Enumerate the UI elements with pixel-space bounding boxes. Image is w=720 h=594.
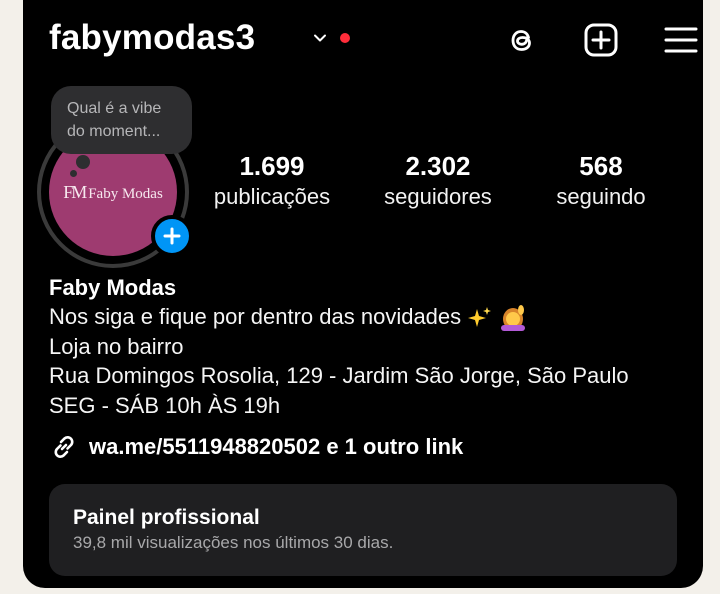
following-count[interactable]: 568 seguindo [539, 150, 663, 212]
add-content-icon[interactable] [583, 22, 619, 58]
avatar-brand-logo: FM Faby Modas [63, 182, 163, 202]
bio-link[interactable]: wa.me/5511948820502 e 1 outro link [49, 432, 463, 462]
bio-link-text[interactable]: wa.me/5511948820502 e 1 outro link [89, 434, 463, 460]
professional-dashboard-subtitle: 39,8 mil visualizações nos últimos 30 di… [73, 533, 394, 552]
person-raising-hand-icon [501, 305, 526, 332]
plus-icon [163, 227, 181, 245]
account-switcher-username[interactable]: fabymodas3 [49, 18, 255, 58]
bio-line: SEG - SÁB 10h ÀS 19h [49, 392, 281, 418]
bio-line: Loja no bairro [49, 333, 184, 359]
sparkles-icon [468, 307, 492, 328]
following-count-value: 568 [579, 151, 623, 181]
profile-screen: fabymodas3 FM Faby Modas Qual é a vibe do… [23, 0, 703, 588]
link-icon [54, 436, 74, 458]
note-bubble-tail-small [70, 170, 77, 177]
posts-count-value: 1.699 [239, 151, 305, 181]
chevron-down-icon[interactable] [312, 30, 328, 46]
followers-count-label: seguidores [384, 184, 492, 209]
professional-dashboard[interactable]: Painel profissional 39,8 mil visualizaçõ… [49, 484, 677, 576]
bio-line: Nos siga e fique por dentro das novidade… [49, 302, 683, 332]
note-bubble-tail [76, 155, 90, 169]
threads-icon[interactable] [504, 22, 540, 58]
profile-name: Faby Modas [49, 275, 177, 300]
following-count-label: seguindo [556, 184, 646, 209]
note-bubble[interactable]: Qual é a vibe do moment... [51, 86, 192, 154]
posts-count[interactable]: 1.699 publicações [205, 150, 339, 212]
notification-dot [340, 33, 350, 43]
followers-count[interactable]: 2.302 seguidores [369, 150, 507, 212]
professional-dashboard-title: Painel profissional [73, 506, 260, 529]
posts-count-label: publicações [213, 184, 331, 209]
menu-icon[interactable] [663, 22, 699, 58]
followers-count-value: 2.302 [405, 151, 471, 181]
profile-bio: Faby Modas Nos siga e fique por dentro d… [49, 274, 683, 420]
note-text: Qual é a vibe do moment... [67, 100, 162, 140]
bio-line: Rua Domingos Rosolia, 129 - Jardim São J… [49, 363, 629, 388]
profile-header: fabymodas3 [49, 16, 698, 62]
add-story-button[interactable] [151, 215, 193, 257]
